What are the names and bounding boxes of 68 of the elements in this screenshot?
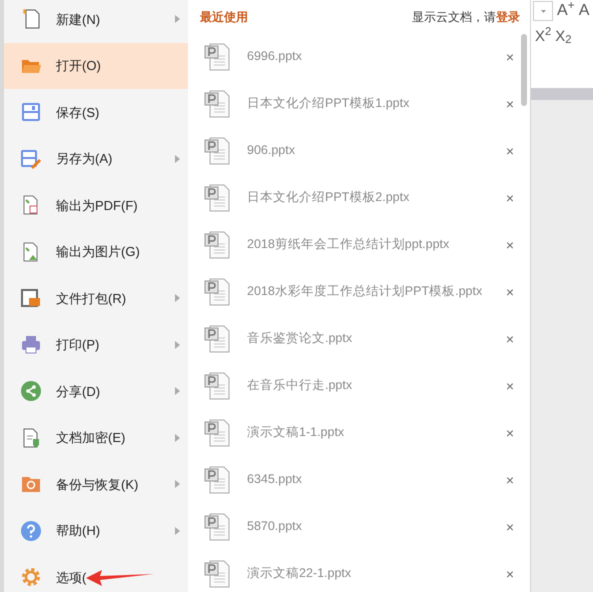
dropdown-field[interactable] [533,1,553,21]
remove-button[interactable]: × [506,426,514,440]
file-name: 2018水彩年度工作总结计划PPT模板.pptx [247,283,484,300]
remove-button[interactable]: × [506,144,514,158]
script-button[interactable]: X$_{2}$ [555,28,572,44]
font-size-button[interactable]: A$^{+}$ [557,3,575,19]
file-name: 日本文化介绍PPT模板2.pptx [247,189,410,206]
menu-item[interactable]: 输出为图片(G) [4,228,188,275]
printer-icon [20,334,42,356]
file-name: 5870.pptx [247,518,303,536]
annotation-arrow [86,568,154,586]
recent-file-item[interactable]: 在音乐中行走.pptx × [188,362,530,409]
remove-button[interactable]: × [506,284,514,298]
remove-button[interactable]: × [506,96,514,110]
recent-file-item[interactable]: 日本文化介绍PPT模板2.pptx × [188,174,530,221]
section-title: 最近使用 [200,8,248,26]
caret-icon [540,10,546,12]
file-name: 音乐鉴赏论文.pptx [247,330,354,348]
remove-button[interactable]: × [506,472,514,486]
menu-item[interactable]: 打印(P) [4,322,188,368]
recent-file-item[interactable]: 演示文稿22-1.pptx × [188,550,530,592]
share-icon [20,380,42,402]
recent-file-item[interactable]: 906.pptx × [188,127,530,174]
scrollbar[interactable] [521,34,527,106]
remove-button[interactable]: × [506,378,514,392]
menu-item[interactable]: 备份与恢复(K) [4,461,188,508]
menu-item[interactable]: 新建(N) [4,0,188,42]
recent-file-item[interactable]: 2018水彩年度工作总结计划PPT模板.pptx × [188,268,530,315]
cloud-hint: 显示云文档，请 [412,8,496,26]
new-file-icon [20,8,42,30]
help-icon [20,520,42,542]
recent-file-item[interactable]: 日本文化介绍PPT模板1.pptx × [188,80,530,127]
remove-button[interactable]: × [506,566,514,580]
remove-button[interactable]: × [506,238,514,252]
menu-item[interactable]: 输出为PDF(F) [4,182,188,228]
menu-item[interactable]: 分享(D) [4,368,188,414]
font-size-button[interactable]: A [578,3,590,19]
file-name: 6345.pptx [247,471,303,488]
settings-icon [20,566,42,588]
file-name: 2018剪纸年会工作总结计划ppt.pptx [247,236,450,254]
menu-item[interactable]: 另存为(A) [4,136,188,182]
menu-item[interactable]: 帮助(H) [4,508,188,554]
floppy-icon [20,101,42,124]
remove-button[interactable]: × [506,50,514,64]
file-name: 演示文稿1-1.pptx [247,424,346,442]
recent-file-item[interactable]: 6345.pptx × [188,456,530,503]
script-button[interactable]: X$^{2}$ [535,28,552,44]
menu-item[interactable]: 文档加密(E) [4,414,188,461]
recent-file-item[interactable]: 6996.pptx × [188,33,530,80]
file-name: 演示文稿22-1.pptx [247,565,352,582]
menu-item[interactable]: 选项( [4,554,188,592]
remove-button[interactable]: × [506,332,514,346]
menu-item[interactable]: 保存(S) [4,89,188,136]
remove-button[interactable]: × [506,190,514,204]
remove-button[interactable]: × [506,520,514,534]
recent-file-item[interactable]: 5870.pptx × [188,503,530,550]
save-as-icon [20,148,42,170]
file-name: 日本文化介绍PPT模板1.pptx [247,95,410,112]
recent-file-item[interactable]: 演示文稿1-1.pptx × [188,409,530,456]
file-name: 在音乐中行走.pptx [247,377,354,394]
file-name: 6996.pptx [247,48,303,66]
package-icon [20,287,42,310]
file-name: 906.pptx [247,142,296,160]
menu-item[interactable]: 打开(O) [4,42,188,89]
login-link[interactable]: 登录 [496,8,520,26]
menu-item[interactable]: 文件打包(R) [4,275,188,322]
recent-file-item[interactable]: 2018剪纸年会工作总结计划ppt.pptx × [188,221,530,268]
recent-file-item[interactable]: 音乐鉴赏论文.pptx × [188,315,530,362]
